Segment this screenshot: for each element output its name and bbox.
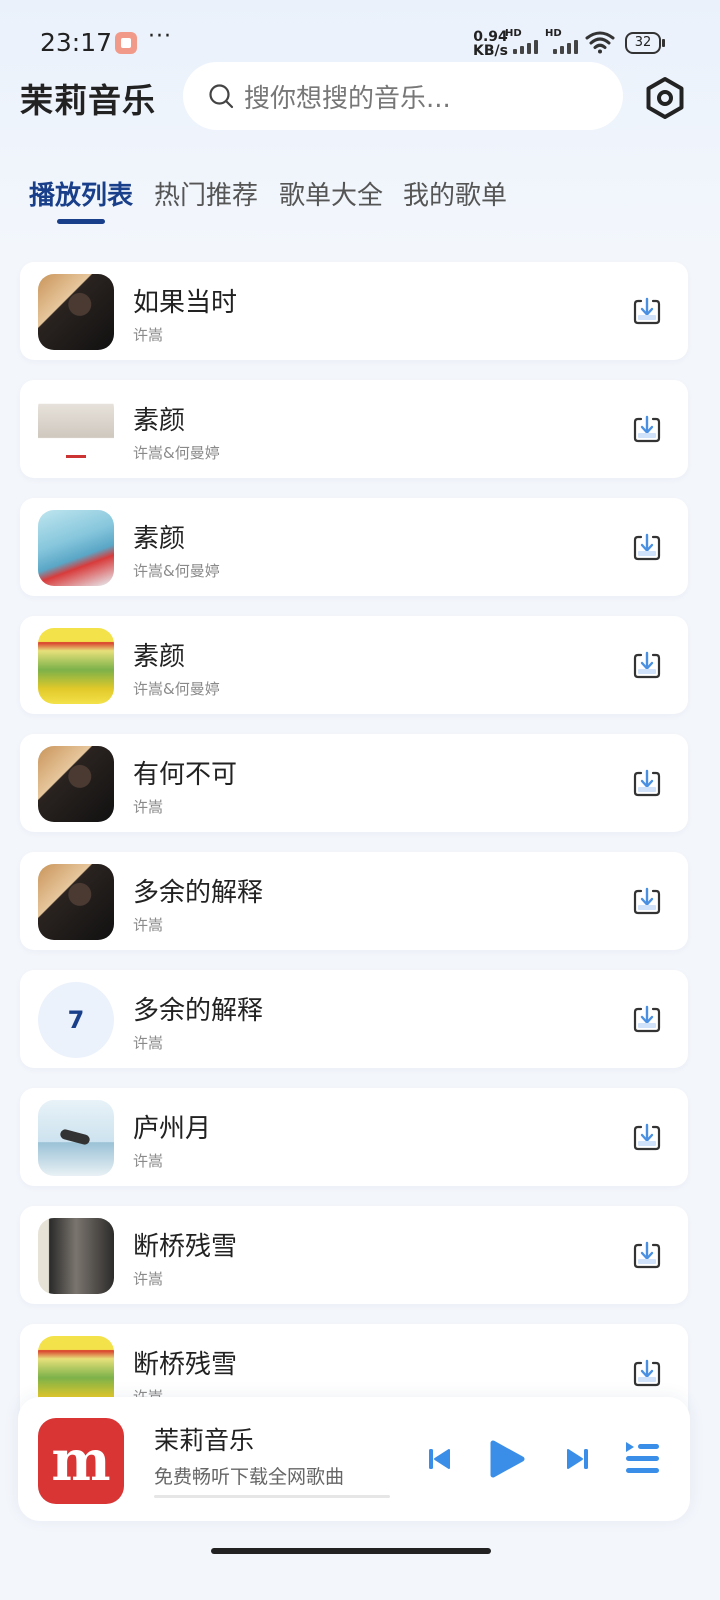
status-bar: 23:17 ··· 0.94 KB/s HD HD 32 — [0, 22, 720, 64]
song-title: 素颜 — [133, 642, 186, 672]
song-title: 庐州月 — [133, 1114, 212, 1144]
player-subtitle: 免费畅听下载全网歌曲 — [154, 1466, 345, 1488]
tab-active-indicator — [57, 219, 105, 224]
song-title: 有何不可 — [133, 760, 238, 790]
signal-icon: HD — [505, 28, 547, 54]
song-artist: 许嵩 — [133, 798, 164, 816]
app-title: 茉莉音乐 — [20, 81, 156, 120]
song-title: 断桥残雪 — [133, 1350, 238, 1380]
previous-track-button[interactable] — [428, 1446, 452, 1472]
signal-icon-2: HD — [545, 28, 587, 54]
song-row[interactable]: 素颜 许嵩&何曼婷 — [20, 616, 688, 714]
network-speed-unit: KB/s — [473, 43, 508, 59]
album-cover — [38, 864, 114, 940]
download-button[interactable] — [632, 296, 662, 326]
song-title: 多余的解释 — [133, 996, 264, 1026]
song-row[interactable]: 7 多余的解释 许嵩 — [20, 970, 688, 1068]
header: 茉莉音乐 搜你想搜的音乐... — [0, 62, 720, 132]
song-artist: 许嵩 — [133, 916, 164, 934]
download-button[interactable] — [632, 1358, 662, 1388]
download-button[interactable] — [632, 650, 662, 680]
settings-button[interactable] — [643, 76, 687, 120]
song-artist: 许嵩 — [133, 1270, 164, 1288]
album-cover — [38, 392, 114, 468]
song-row[interactable]: 有何不可 许嵩 — [20, 734, 688, 832]
tab-hot-recommend[interactable]: 热门推荐 — [154, 175, 258, 212]
song-row[interactable]: 素颜 许嵩&何曼婷 — [20, 380, 688, 478]
search-placeholder: 搜你想搜的音乐... — [244, 83, 451, 114]
network-speed: 0.94 KB/s — [473, 30, 508, 58]
song-row[interactable]: 断桥残雪 许嵩 — [20, 1206, 688, 1304]
song-row[interactable]: 素颜 许嵩&何曼婷 — [20, 498, 688, 596]
tab-playlist[interactable]: 播放列表 — [29, 175, 133, 212]
song-row[interactable]: 多余的解释 许嵩 — [20, 852, 688, 950]
player-title: 茉莉音乐 — [154, 1426, 255, 1455]
song-title: 素颜 — [133, 406, 186, 436]
download-button[interactable] — [632, 768, 662, 798]
battery-indicator: 32 — [625, 32, 665, 54]
home-indicator — [211, 1548, 491, 1554]
album-cover — [38, 1100, 114, 1176]
mini-player[interactable]: m 茉莉音乐 免费畅听下载全网歌曲 — [18, 1397, 690, 1521]
song-title: 多余的解释 — [133, 878, 264, 908]
song-artist: 许嵩 — [133, 326, 164, 344]
tab-my-playlists[interactable]: 我的歌单 — [403, 175, 507, 212]
album-cover — [38, 510, 114, 586]
song-artist: 许嵩 — [133, 1152, 164, 1170]
tab-bar: 播放列表 热门推荐 歌单大全 我的歌单 — [0, 175, 720, 230]
song-artist: 许嵩&何曼婷 — [133, 562, 220, 580]
song-artist: 许嵩&何曼婷 — [133, 680, 220, 698]
search-icon — [209, 84, 234, 109]
playlist-queue-button[interactable] — [623, 1440, 661, 1478]
download-button[interactable] — [632, 1004, 662, 1034]
song-artist: 许嵩&何曼婷 — [133, 444, 220, 462]
song-artist: 许嵩 — [133, 1034, 164, 1052]
next-track-button[interactable] — [565, 1446, 589, 1472]
song-row[interactable]: 如果当时 许嵩 — [20, 262, 688, 360]
status-time: 23:17 — [40, 28, 113, 57]
download-button[interactable] — [632, 1240, 662, 1270]
download-button[interactable] — [632, 1122, 662, 1152]
song-title: 如果当时 — [133, 288, 238, 318]
network-speed-value: 0.94 — [473, 29, 508, 45]
app-logo-text: m — [51, 1428, 111, 1494]
download-button[interactable] — [632, 532, 662, 562]
song-title: 断桥残雪 — [133, 1232, 238, 1262]
more-notifications-icon: ··· — [148, 24, 172, 49]
wifi-icon — [585, 31, 615, 54]
download-button[interactable] — [632, 414, 662, 444]
search-input[interactable]: 搜你想搜的音乐... — [183, 62, 623, 130]
album-cover — [38, 274, 114, 350]
download-button[interactable] — [632, 886, 662, 916]
album-cover — [38, 628, 114, 704]
play-button[interactable] — [488, 1439, 526, 1479]
notification-app-icon — [115, 32, 137, 54]
album-cover-placeholder: 7 — [38, 982, 114, 1058]
album-cover — [38, 746, 114, 822]
tab-playlist-collection[interactable]: 歌单大全 — [279, 175, 383, 212]
app-logo: m — [38, 1418, 124, 1504]
song-row[interactable]: 庐州月 许嵩 — [20, 1088, 688, 1186]
song-title: 素颜 — [133, 524, 186, 554]
album-cover — [38, 1218, 114, 1294]
gear-icon — [657, 90, 673, 106]
playback-progress-bar[interactable] — [154, 1495, 390, 1498]
